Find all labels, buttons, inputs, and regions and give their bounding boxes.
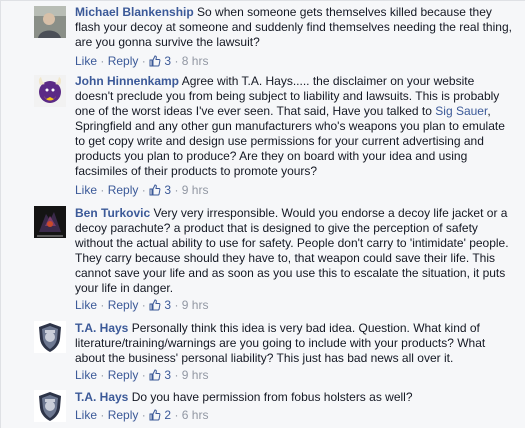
police-badge-icon bbox=[34, 390, 66, 422]
separator: · bbox=[141, 183, 150, 197]
avatar[interactable] bbox=[34, 390, 66, 422]
like-count[interactable]: 3 bbox=[149, 298, 174, 312]
separator: · bbox=[100, 183, 108, 197]
timestamp[interactable]: 9 hrs bbox=[182, 298, 209, 312]
separator: · bbox=[174, 408, 182, 422]
comment-actions: Like · Reply · 3 · 9 hrs bbox=[75, 183, 208, 197]
separator: · bbox=[100, 408, 108, 422]
reply-button[interactable]: Reply bbox=[108, 368, 139, 382]
avatar[interactable] bbox=[34, 75, 66, 107]
reply-button[interactable]: Reply bbox=[108, 408, 139, 422]
separator: · bbox=[174, 368, 182, 382]
avatar[interactable] bbox=[34, 321, 66, 353]
comment-body: T.A. Hays Do you have permission from fo… bbox=[75, 390, 515, 405]
police-badge-icon bbox=[34, 321, 66, 353]
like-count[interactable]: 3 bbox=[149, 183, 174, 197]
separator: · bbox=[174, 54, 182, 68]
comment-author[interactable]: T.A. Hays bbox=[75, 390, 128, 404]
mention-link[interactable]: Sig Sauer bbox=[435, 104, 487, 118]
comment-author[interactable]: Michael Blankenship bbox=[75, 5, 194, 19]
like-count-number: 2 bbox=[164, 408, 172, 422]
timestamp[interactable]: 9 hrs bbox=[182, 368, 209, 382]
comment-body: T.A. Hays Personally think this idea is … bbox=[75, 321, 515, 366]
comment-author[interactable]: T.A. Hays bbox=[75, 321, 128, 335]
thumbs-up-icon bbox=[149, 369, 161, 381]
reply-button[interactable]: Reply bbox=[108, 54, 139, 68]
like-count[interactable]: 3 bbox=[149, 54, 174, 68]
like-count-number: 3 bbox=[164, 298, 172, 312]
reply-button[interactable]: Reply bbox=[108, 298, 139, 312]
comment-author[interactable]: Ben Turkovic bbox=[75, 206, 150, 220]
separator: · bbox=[100, 298, 108, 312]
timestamp[interactable]: 6 hrs bbox=[182, 408, 209, 422]
profile-photo-icon bbox=[34, 6, 66, 38]
avatar[interactable] bbox=[34, 6, 66, 38]
separator: · bbox=[174, 183, 182, 197]
like-count[interactable]: 3 bbox=[149, 368, 174, 382]
like-count[interactable]: 2 bbox=[149, 408, 174, 422]
comment-body: John Hinnenkamp Agree with T.A. Hays....… bbox=[75, 74, 515, 179]
like-count-number: 3 bbox=[164, 183, 172, 197]
timestamp[interactable]: 9 hrs bbox=[182, 183, 209, 197]
thumbs-up-icon bbox=[149, 184, 161, 196]
comment-body: Michael Blankenship So when someone gets… bbox=[75, 5, 515, 50]
reply-button[interactable]: Reply bbox=[108, 183, 139, 197]
separator: · bbox=[100, 54, 108, 68]
like-button[interactable]: Like bbox=[75, 368, 97, 382]
like-button[interactable]: Like bbox=[75, 298, 97, 312]
separator: · bbox=[141, 54, 150, 68]
thumbs-up-icon bbox=[149, 409, 161, 421]
comment-text: Personally think this idea is very bad i… bbox=[75, 321, 486, 365]
comment-text: Do you have permission from fobus holste… bbox=[131, 390, 413, 404]
like-button[interactable]: Like bbox=[75, 408, 97, 422]
separator: · bbox=[141, 408, 150, 422]
avatar[interactable] bbox=[34, 206, 66, 238]
comment-author[interactable]: John Hinnenkamp bbox=[75, 74, 179, 88]
comment-actions: Like · Reply · 3 · 9 hrs bbox=[75, 368, 208, 382]
frame-top-border bbox=[0, 0, 525, 1]
thumbs-up-icon bbox=[149, 55, 161, 67]
comment-actions: Like · Reply · 3 · 8 hrs bbox=[75, 54, 208, 68]
comment-actions: Like · Reply · 3 · 9 hrs bbox=[75, 298, 208, 312]
like-button[interactable]: Like bbox=[75, 183, 97, 197]
like-count-number: 3 bbox=[164, 54, 172, 68]
like-button[interactable]: Like bbox=[75, 54, 97, 68]
separator: · bbox=[141, 368, 150, 382]
separator: · bbox=[174, 298, 182, 312]
separator: · bbox=[141, 298, 150, 312]
separator: · bbox=[100, 368, 108, 382]
timestamp[interactable]: 8 hrs bbox=[182, 54, 209, 68]
game-character-icon bbox=[34, 206, 66, 238]
comment-body: Ben Turkovic Very very irresponsible. Wo… bbox=[75, 206, 515, 296]
comment-actions: Like · Reply · 2 · 6 hrs bbox=[75, 408, 208, 422]
vikings-logo-icon bbox=[34, 75, 66, 107]
thumbs-up-icon bbox=[149, 299, 161, 311]
like-count-number: 3 bbox=[164, 368, 172, 382]
frame-left-border bbox=[0, 0, 1, 428]
